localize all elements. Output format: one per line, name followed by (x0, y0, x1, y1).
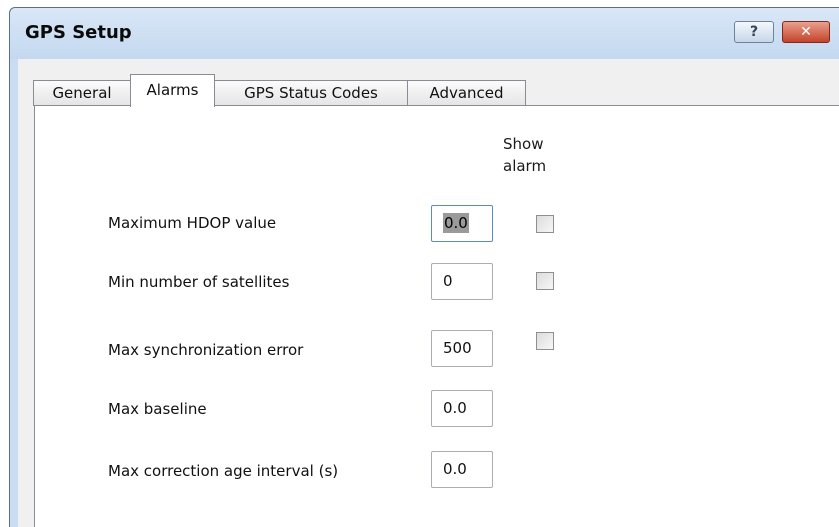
max-sync-error-value: 500 (443, 339, 472, 357)
max-sync-error-show-alarm-checkbox[interactable] (536, 332, 554, 350)
max-correction-age-value: 0.0 (443, 460, 467, 478)
max-sync-error-input[interactable]: 500 (431, 330, 493, 367)
min-satellites-label: Min number of satellites (108, 273, 290, 291)
dialog-client-area: General Alarms GPS Status Codes Advanced… (18, 59, 839, 527)
max-baseline-value: 0.0 (443, 399, 467, 417)
close-icon: ✕ (800, 24, 812, 40)
max-hdop-value: 0.0 (443, 213, 469, 233)
min-satellites-input[interactable]: 0 (431, 263, 493, 300)
page: GPS Setup ? ✕ General Alarms GPS Status … (0, 0, 839, 527)
max-baseline-label: Max baseline (108, 400, 207, 418)
show-alarm-header-line1: Show (503, 135, 544, 153)
min-satellites-show-alarm-checkbox[interactable] (536, 272, 554, 290)
tab-gps-status-codes[interactable]: GPS Status Codes (214, 80, 408, 106)
min-satellites-value: 0 (443, 272, 453, 290)
gps-setup-dialog: GPS Setup ? ✕ General Alarms GPS Status … (9, 7, 839, 527)
tab-general[interactable]: General (33, 80, 131, 106)
tab-alarms[interactable]: Alarms (130, 74, 215, 107)
close-button[interactable]: ✕ (782, 21, 830, 43)
max-hdop-input[interactable]: 0.0 (431, 205, 493, 242)
tab-advanced[interactable]: Advanced (407, 80, 526, 106)
help-button[interactable]: ? (734, 21, 774, 43)
show-alarm-header: Show alarm (503, 133, 546, 177)
max-correction-age-label: Max correction age interval (s) (108, 462, 339, 480)
max-hdop-show-alarm-checkbox[interactable] (536, 215, 554, 233)
max-baseline-input[interactable]: 0.0 (431, 390, 493, 427)
title-bar[interactable]: GPS Setup ? ✕ (10, 8, 839, 59)
max-hdop-label: Maximum HDOP value (108, 214, 277, 232)
help-icon: ? (749, 24, 759, 40)
show-alarm-header-line2: alarm (503, 157, 547, 175)
max-sync-error-label: Max synchronization error (108, 341, 304, 359)
max-correction-age-input[interactable]: 0.0 (431, 451, 493, 488)
window-title: GPS Setup (25, 22, 132, 43)
